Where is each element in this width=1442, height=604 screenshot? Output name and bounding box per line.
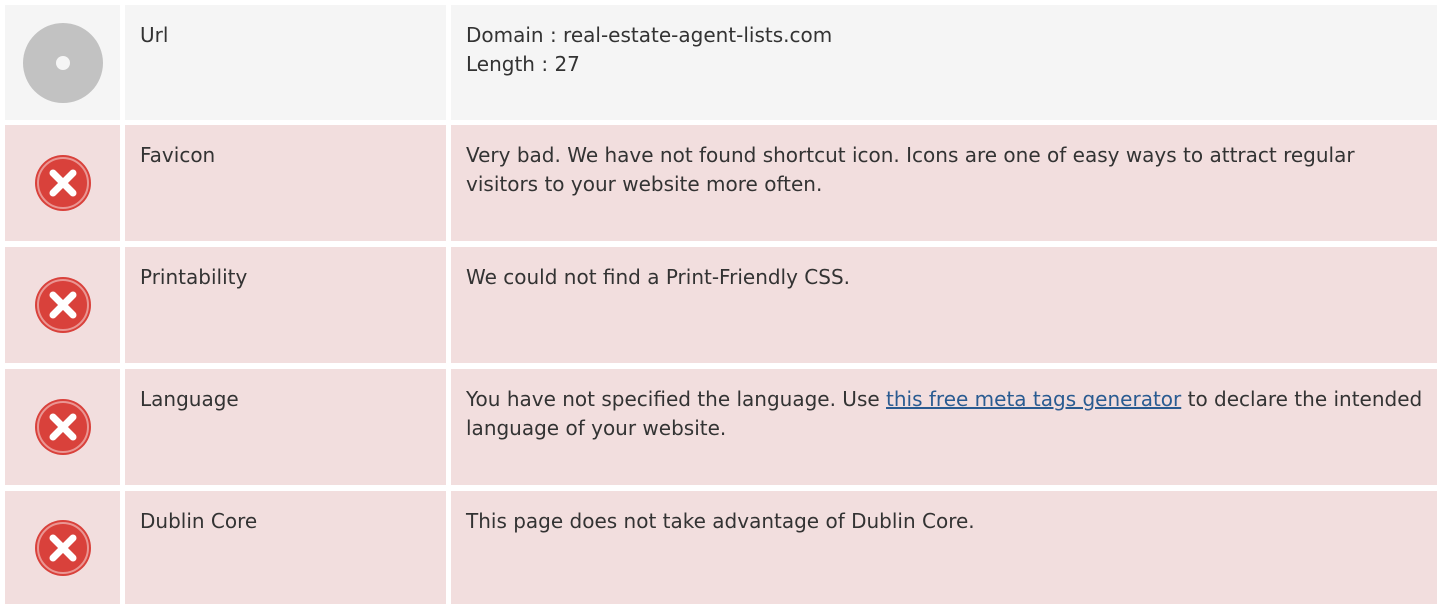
error-x-icon	[34, 519, 91, 576]
error-x-icon	[34, 399, 91, 455]
printability-row: Printability We could not find a Print-F…	[5, 247, 1437, 363]
length-value: Length : 27	[466, 52, 580, 76]
domain-value: Domain : real-estate-agent-lists.com	[466, 23, 833, 47]
language-text-before: You have not specified the language. Use	[466, 387, 887, 411]
favicon-row: Favicon Very bad. We have not found shor…	[5, 125, 1437, 241]
dublin-core-row: Dublin Core This page does not take adva…	[5, 491, 1437, 604]
error-x-icon	[34, 277, 91, 333]
language-status-cell	[5, 369, 120, 485]
url-label: Url	[125, 5, 446, 120]
favicon-description: Very bad. We have not found shortcut ico…	[451, 125, 1437, 241]
language-label: Language	[125, 369, 446, 485]
error-x-icon	[34, 155, 91, 211]
printability-label: Printability	[125, 247, 446, 363]
url-row: Url Domain : real-estate-agent-lists.com…	[5, 5, 1437, 120]
seo-report-table: Url Domain : real-estate-agent-lists.com…	[0, 0, 1442, 604]
url-status-cell	[5, 5, 120, 120]
dublin-core-status-cell	[5, 491, 120, 604]
meta-tags-generator-link[interactable]: this free meta tags generator	[886, 387, 1181, 411]
favicon-label: Favicon	[125, 125, 446, 241]
dublin-core-description: This page does not take advantage of Dub…	[451, 491, 1437, 604]
favicon-status-cell	[5, 125, 120, 241]
neutral-circle-icon	[22, 22, 103, 103]
language-row: Language You have not specified the lang…	[5, 369, 1437, 485]
language-description: You have not specified the language. Use…	[451, 369, 1437, 485]
url-description: Domain : real-estate-agent-lists.com Len…	[451, 5, 1437, 120]
dublin-core-label: Dublin Core	[125, 491, 446, 604]
printability-description: We could not find a Print-Friendly CSS.	[451, 247, 1437, 363]
printability-status-cell	[5, 247, 120, 363]
